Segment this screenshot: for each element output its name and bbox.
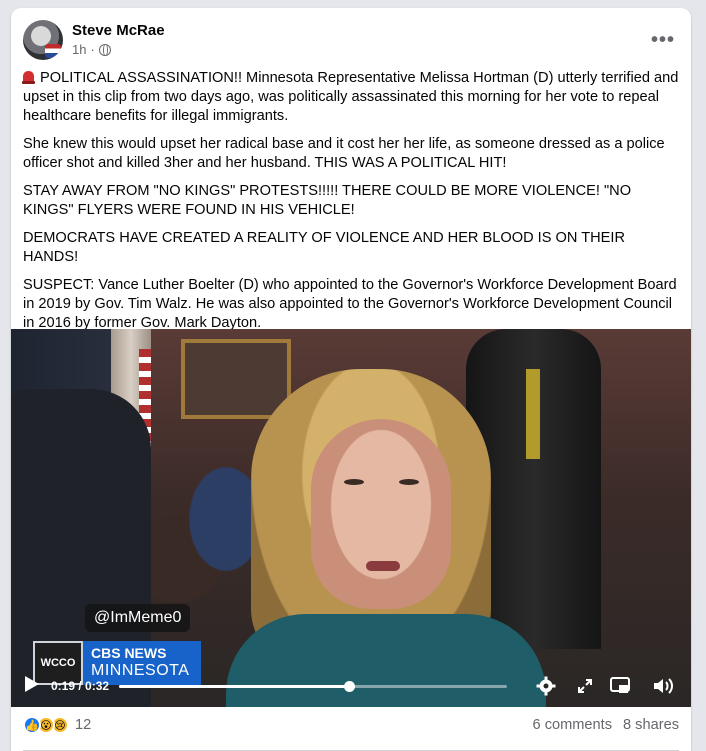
comments-count-link[interactable]: 6 comments (533, 717, 612, 733)
video-handle-watermark: @ImMeme0 (85, 604, 191, 632)
volume-icon[interactable] (652, 675, 674, 697)
avatar-flag-badge (45, 44, 61, 58)
reaction-count: 12 (75, 717, 92, 733)
video-player[interactable]: @ImMeme0 WCCO CBS NEWS MINNESOTA 0:19 / … (11, 329, 691, 707)
post-paragraph-4: DEMOCRATS HAVE CREATED A REALITY OF VIOL… (23, 230, 625, 265)
post-header: Steve McRae 1h · ••• (23, 20, 679, 60)
meta-separator: · (90, 42, 95, 57)
post-card: Steve McRae 1h · ••• POLITICAL ASSASSINA… (11, 8, 691, 751)
reactions-summary[interactable]: 👍 😮 😢 12 (23, 716, 91, 734)
post-paragraph-2: She knew this would upset her radical ba… (23, 136, 665, 171)
shares-count-link[interactable]: 8 shares (623, 717, 679, 733)
play-icon[interactable] (25, 676, 39, 692)
video-progress-knob[interactable] (344, 681, 356, 692)
post-paragraph-1-text: POLITICAL ASSASSINATION!! Minnesota Repr… (23, 70, 679, 124)
author-name[interactable]: Steve McRae (72, 22, 165, 39)
settings-gear-icon[interactable] (535, 675, 557, 697)
post-paragraph-5: SUSPECT: Vance Luther Boelter (D) who ap… (23, 277, 677, 331)
video-progress-fill (119, 685, 350, 688)
video-woman-eye-left (344, 479, 364, 485)
engagement-stats: 6 comments 8 shares (533, 717, 679, 733)
network-logo-top: CBS NEWS (91, 645, 167, 661)
expand-icon[interactable] (574, 675, 596, 697)
like-icon: 👍 (23, 716, 41, 734)
post-meta: 1h · (72, 42, 111, 57)
pip-icon[interactable] (609, 675, 631, 697)
video-time: 0:19 / 0:32 (51, 679, 110, 693)
globe-icon (98, 43, 111, 56)
video-tie (526, 369, 540, 459)
video-woman-face (311, 419, 451, 609)
video-woman-eye-right (399, 479, 419, 485)
post-footer: 👍 😮 😢 12 6 comments 8 shares (11, 707, 691, 751)
siren-icon (22, 71, 35, 84)
author-avatar[interactable] (23, 20, 63, 60)
more-options-button[interactable]: ••• (647, 24, 679, 56)
post-text: POLITICAL ASSASSINATION!! Minnesota Repr… (22, 69, 683, 342)
video-painting (181, 339, 291, 419)
post-paragraph-3: STAY AWAY FROM "NO KINGS" PROTESTS!!!!! … (23, 183, 632, 218)
video-controls: 0:19 / 0:32 (11, 669, 691, 707)
video-progress-bar[interactable] (119, 681, 507, 692)
post-paragraph-1: POLITICAL ASSASSINATION!! Minnesota Repr… (22, 69, 683, 126)
video-woman-mouth (366, 561, 400, 571)
post-timestamp[interactable]: 1h (72, 42, 86, 57)
